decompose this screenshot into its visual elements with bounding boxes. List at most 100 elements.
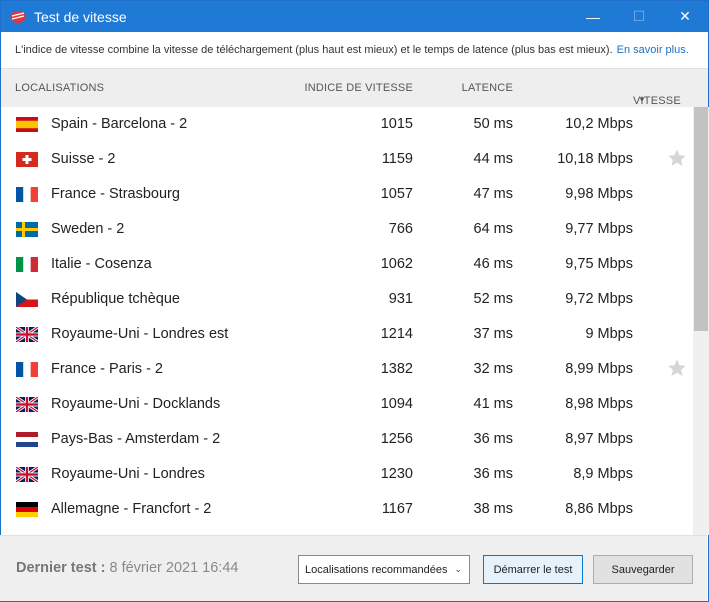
speed-value: 9,77 Mbps — [565, 221, 633, 237]
latency-value: 32 ms — [473, 361, 514, 377]
location-row[interactable]: Spain - Barcelona - 2 1015 50 ms 10,2 Mbps — [0, 107, 707, 142]
location-name: Sweden - 2 — [51, 221, 125, 237]
speed-index-value: 1214 — [380, 326, 413, 342]
flag-de-icon — [16, 502, 38, 517]
speed-index-value: 1230 — [380, 466, 413, 482]
speed-value: 8,98 Mbps — [565, 396, 633, 412]
location-name: Italie - Cosenza — [51, 256, 152, 272]
location-list: Spain - Barcelona - 2 1015 50 ms 10,2 Mbps S… — [0, 107, 707, 535]
latency-value: 41 ms — [473, 396, 514, 412]
minimize-button[interactable]: — — [570, 1, 616, 32]
latency-value: 44 ms — [473, 151, 514, 167]
latency-value: 46 ms — [473, 256, 514, 272]
speed-index-value: 931 — [388, 291, 413, 307]
vertical-scrollbar[interactable] — [693, 107, 709, 535]
info-banner: L'indice de vitesse combine la vitesse d… — [1, 32, 708, 68]
title-bar: Test de vitesse — ☐ ✕ — [1, 1, 708, 32]
location-filter-value: Localisations recommandées — [305, 563, 448, 576]
column-header-latency[interactable]: LATENCE — [462, 82, 513, 94]
flag-nl-icon — [16, 432, 38, 447]
speed-index-value: 766 — [388, 221, 413, 237]
save-button[interactable]: Sauvegarder — [593, 555, 693, 584]
app-logo-icon — [10, 9, 26, 25]
latency-value: 52 ms — [473, 291, 514, 307]
speed-value: 9,75 Mbps — [565, 256, 633, 272]
latency-value: 37 ms — [473, 326, 514, 342]
speed-value: 9,72 Mbps — [565, 291, 633, 307]
flag-fr-icon — [16, 362, 38, 377]
location-filter-select[interactable]: Localisations recommandées ⌄ — [298, 555, 470, 584]
location-name: Allemagne - Francfort - 2 — [51, 501, 212, 517]
latency-value: 36 ms — [473, 466, 514, 482]
speed-value: 8,97 Mbps — [565, 431, 633, 447]
location-name: Pays-Bas - Amsterdam - 2 — [51, 431, 221, 447]
latency-value: 38 ms — [473, 501, 514, 517]
speed-index-value: 1057 — [380, 186, 413, 202]
speed-index-value: 1062 — [380, 256, 413, 272]
location-name: Royaume-Uni - Docklands — [51, 396, 221, 412]
speed-value: 8,99 Mbps — [565, 361, 633, 377]
location-name: France - Strasbourg — [51, 186, 180, 202]
speed-value: 10,18 Mbps — [557, 151, 633, 167]
location-row[interactable]: France - Paris - 2 1382 32 ms 8,99 Mbps — [0, 352, 707, 387]
location-row[interactable]: Royaume-Uni - Londres est 1214 37 ms 9 Mbps — [0, 317, 707, 352]
location-row[interactable]: Italie - Cosenza 1062 46 ms 9,75 Mbps — [0, 247, 707, 282]
scrollbar-thumb[interactable] — [694, 107, 708, 331]
location-row[interactable]: Allemagne - Francfort - 2 1167 38 ms 8,86 M… — [0, 492, 707, 527]
speed-index-value: 1256 — [380, 431, 413, 447]
latency-value: 64 ms — [473, 221, 514, 237]
speed-index-value: 1382 — [380, 361, 413, 377]
flag-ch-icon — [16, 152, 38, 167]
location-row[interactable]: Sweden - 2 766 64 ms 9,77 Mbps — [0, 212, 707, 247]
close-button[interactable]: ✕ — [662, 1, 708, 32]
location-row[interactable]: Suisse - 2 1159 44 ms 10,18 Mbps — [0, 142, 707, 177]
location-row[interactable]: Pays-Bas - Amsterdam - 2 1256 36 ms 8,97 Mb… — [0, 422, 707, 457]
column-header-speed-index[interactable]: INDICE DE VITESSE — [304, 82, 413, 94]
location-name: Spain - Barcelona - 2 — [51, 116, 188, 132]
speed-value: 10,2 Mbps — [565, 116, 633, 132]
speed-value: 9,98 Mbps — [565, 186, 633, 202]
last-test-info: Dernier test : 8 février 2021 16:44 — [16, 560, 238, 576]
maximize-button[interactable]: ☐ — [616, 1, 662, 32]
speed-value: 9 Mbps — [585, 326, 633, 342]
flag-cz-icon — [16, 292, 38, 307]
window-title: Test de vitesse — [34, 8, 127, 25]
flag-se-icon — [16, 222, 38, 237]
table-header: LOCALISATIONS INDICE DE VITESSE LATENCE … — [1, 68, 708, 107]
speed-index-value: 1094 — [380, 396, 413, 412]
location-row[interactable]: France - Strasbourg 1057 47 ms 9,98 Mbps — [0, 177, 707, 212]
location-name: République tchèque — [51, 291, 180, 307]
flag-gb-icon — [16, 467, 38, 482]
sort-descending-icon: ▼ — [638, 95, 647, 104]
column-header-location[interactable]: LOCALISATIONS — [15, 82, 104, 94]
latency-value: 50 ms — [473, 116, 514, 132]
window-controls: — ☐ ✕ — [570, 1, 708, 32]
location-row[interactable]: République tchèque 931 52 ms 9,72 Mbps — [0, 282, 707, 317]
flag-es-icon — [16, 117, 38, 132]
info-text: L'indice de vitesse combine la vitesse d… — [15, 44, 613, 56]
flag-fr-icon — [16, 187, 38, 202]
location-row[interactable]: Royaume-Uni - Londres 1230 36 ms 8,9 Mbps — [0, 457, 707, 492]
favorite-star-icon[interactable] — [667, 148, 687, 168]
flag-gb-icon — [16, 397, 38, 412]
speed-value: 8,9 Mbps — [573, 466, 633, 482]
latency-value: 47 ms — [473, 186, 514, 202]
location-name: France - Paris - 2 — [51, 361, 163, 377]
last-test-label: Dernier test : — [16, 560, 106, 576]
speed-index-value: 1015 — [380, 116, 413, 132]
footer-bar: Dernier test : 8 février 2021 16:44 Loca… — [0, 535, 707, 601]
start-test-button[interactable]: Démarrer le test — [483, 555, 583, 584]
speed-value: 8,86 Mbps — [565, 501, 633, 517]
learn-more-link[interactable]: En savoir plus. — [617, 44, 689, 56]
favorite-star-icon[interactable] — [667, 358, 687, 378]
location-name: Suisse - 2 — [51, 151, 116, 167]
location-row[interactable]: Royaume-Uni - Docklands 1094 41 ms 8,98 Mbp… — [0, 387, 707, 422]
location-name: Royaume-Uni - Londres est — [51, 326, 229, 342]
last-test-value: 8 février 2021 16:44 — [109, 560, 239, 576]
speed-index-value: 1159 — [381, 151, 413, 167]
flag-gb-icon — [16, 327, 38, 342]
chevron-down-icon: ⌄ — [454, 564, 462, 574]
flag-it-icon — [16, 257, 38, 272]
speed-index-value: 1167 — [381, 501, 413, 517]
latency-value: 36 ms — [473, 431, 514, 447]
